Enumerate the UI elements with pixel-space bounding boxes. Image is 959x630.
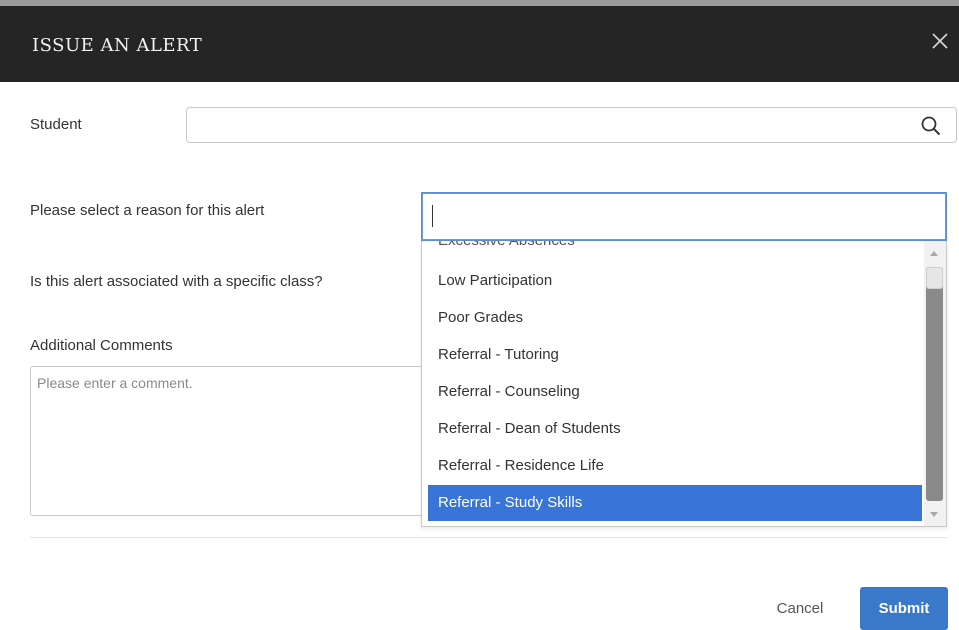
class-label: Is this alert associated with a specific… xyxy=(30,273,323,290)
reason-search-input[interactable] xyxy=(421,192,947,241)
option-referral-tutoring[interactable]: Referral - Tutoring xyxy=(428,337,922,373)
scroll-down-arrow-icon[interactable] xyxy=(930,512,938,517)
option-poor-grades[interactable]: Poor Grades xyxy=(428,300,922,336)
scrollbar-thumb[interactable] xyxy=(926,267,943,501)
student-search-field[interactable] xyxy=(186,107,957,143)
option-referral-counseling[interactable]: Referral - Counseling xyxy=(428,374,922,410)
comments-textarea[interactable] xyxy=(30,366,423,516)
scroll-up-arrow-icon[interactable] xyxy=(930,251,938,256)
option-referral-residence-life[interactable]: Referral - Residence Life xyxy=(428,448,922,484)
student-input[interactable] xyxy=(187,108,907,142)
submit-button[interactable]: Submit xyxy=(860,587,948,630)
reason-label: Please select a reason for this alert xyxy=(30,202,265,219)
option-low-participation[interactable]: Low Participation xyxy=(428,263,922,299)
text-cursor xyxy=(432,205,433,227)
footer-divider xyxy=(30,537,947,538)
dropdown-scrollbar[interactable] xyxy=(924,241,946,526)
close-button[interactable] xyxy=(929,30,951,52)
cancel-button[interactable]: Cancel xyxy=(760,588,840,628)
dialog-title: ISSUE AN ALERT xyxy=(32,35,203,56)
option-excessive-absences[interactable]: Excessive Absences xyxy=(428,241,922,259)
reason-dropdown-list[interactable]: Excessive Absences Low Participation Poo… xyxy=(421,241,947,527)
dialog-header: ISSUE AN ALERT xyxy=(0,6,959,82)
comments-label: Additional Comments xyxy=(30,337,173,354)
search-icon[interactable] xyxy=(920,115,942,137)
option-referral-dean-of-students[interactable]: Referral - Dean of Students xyxy=(428,411,922,447)
option-referral-study-skills[interactable]: Referral - Study Skills xyxy=(428,485,922,521)
student-label: Student xyxy=(30,116,82,133)
close-icon xyxy=(932,33,948,49)
scrollbar-thumb-cap xyxy=(926,267,943,289)
